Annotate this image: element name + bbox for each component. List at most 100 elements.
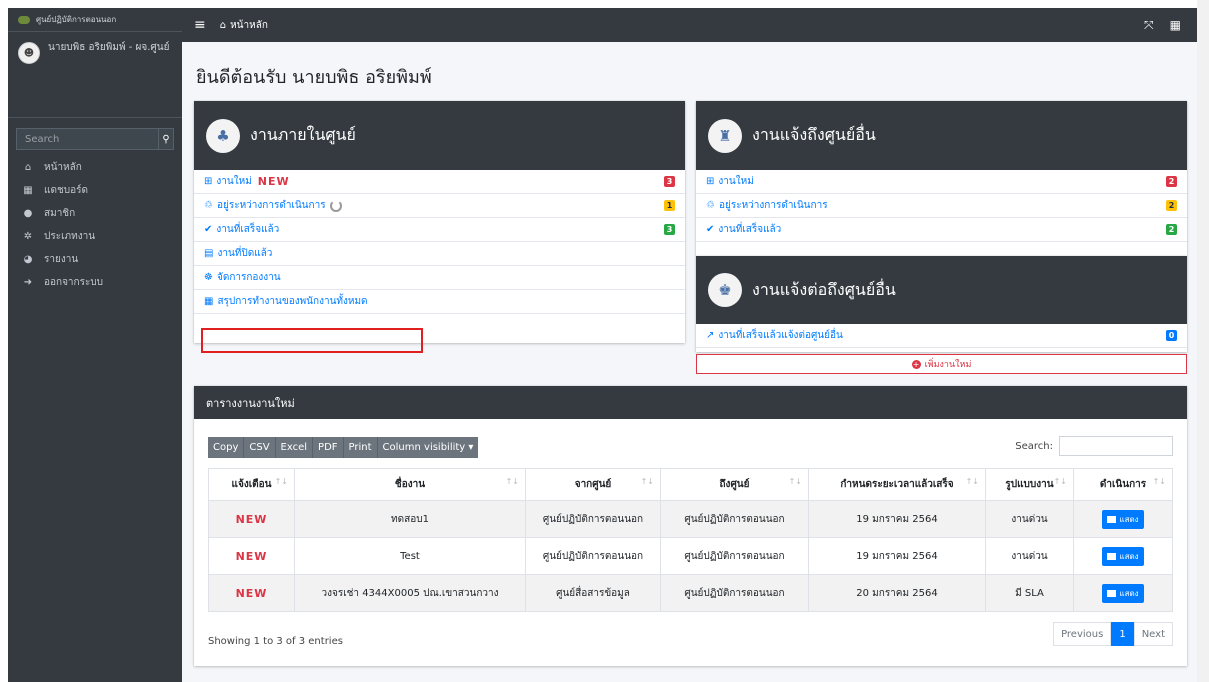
topbar-home-link[interactable]: หน้าหลัก bbox=[230, 18, 268, 33]
internal-done[interactable]: ✔ งานที่เสร็จแล้ว 3 bbox=[194, 218, 685, 242]
pdf-button[interactable]: PDF bbox=[313, 437, 344, 458]
search-icon[interactable]: ⚲ bbox=[159, 128, 174, 150]
show-button[interactable]: แสดง bbox=[1102, 583, 1144, 603]
excel-button[interactable]: Excel bbox=[276, 437, 314, 458]
sidebar-item-label: รายงาน bbox=[44, 254, 79, 265]
folder-icon bbox=[1107, 515, 1117, 523]
col-to[interactable]: ถึงศูนย์ ↑↓ bbox=[660, 468, 809, 501]
col-action[interactable]: ดำเนินการ ↑↓ bbox=[1073, 468, 1173, 501]
table-header-row: แจ้งเตือน ↑↓ ชื่องาน ↑↓ จากศูนย์ ↑↓ ถึงศูนย… bbox=[208, 468, 1173, 501]
action-cell: แสดง bbox=[1073, 574, 1173, 612]
job-name-cell: วงจรเช่า 4344X0005 ปณ.เขาสวนกวาง bbox=[294, 574, 526, 612]
forward-done-jobs-label: งานที่เสร็จแล้วแจ้งต่อศูนย์อื่น bbox=[718, 330, 843, 341]
count-badge: 3 bbox=[664, 224, 675, 235]
action-cell: แสดง bbox=[1073, 537, 1173, 575]
sidebar: ศูนย์ปฏิบัติการตอนนอก ☻ นายบพิธ อริยพิมพ… bbox=[8, 8, 182, 682]
meeting-icon: ♚ bbox=[708, 273, 742, 307]
internal-card-title: งานภายในศูนย์ bbox=[250, 125, 356, 144]
user-name[interactable]: นายบพิธ อริยพิมพ์ - ผจ.ศูนย์ bbox=[48, 42, 169, 54]
table-search: Search: bbox=[1015, 436, 1173, 456]
sidebar-item-label: หน้าหลัก bbox=[44, 162, 82, 173]
internal-card-header: ♣ งานภายในศูนย์ bbox=[194, 101, 685, 170]
sidebar-item-label: สมาชิก bbox=[44, 208, 76, 219]
print-button[interactable]: Print bbox=[344, 437, 378, 458]
col-from[interactable]: จากศูนย์ ↑↓ bbox=[525, 468, 661, 501]
col-alert[interactable]: แจ้งเตือน ↑↓ bbox=[208, 468, 295, 501]
menu-toggle-icon[interactable]: ≡ bbox=[194, 17, 206, 33]
internal-new-jobs[interactable]: ⊞ งานใหม่ NEW 3 bbox=[194, 170, 685, 194]
copy-button[interactable]: Copy bbox=[208, 437, 245, 458]
sidebar-item-label: ออกจากระบบ bbox=[44, 277, 104, 288]
sidebar-search-input[interactable] bbox=[16, 128, 159, 150]
chart-icon: ▦ bbox=[23, 185, 33, 196]
page-1-button[interactable]: 1 bbox=[1111, 622, 1134, 646]
notify-new-jobs-label: งานใหม่ bbox=[718, 176, 754, 187]
col-name[interactable]: ชื่องาน ↑↓ bbox=[294, 468, 526, 501]
sidebar-item-job-types[interactable]: ✲ ประเภทงาน bbox=[8, 225, 182, 248]
job-type-cell: งานด่วน bbox=[985, 500, 1074, 538]
table-search-label: Search: bbox=[1015, 440, 1053, 452]
alert-cell: NEW bbox=[208, 537, 295, 575]
alert-cell: NEW bbox=[208, 574, 295, 612]
internal-staff-summary-label: สรุปการทำงานของพนักงานทั้งหมด bbox=[217, 296, 368, 307]
forward-done-jobs[interactable]: ↗ งานที่เสร็จแล้วแจ้งต่อศูนย์อื่น 0 bbox=[696, 324, 1187, 348]
col-type[interactable]: รูปแบบงาน ↑↓ bbox=[985, 468, 1074, 501]
job-name-cell: Test bbox=[294, 537, 526, 575]
check-circle-icon: ✔ bbox=[204, 224, 213, 235]
pagination: Previous 1 Next bbox=[1053, 622, 1173, 646]
col-type-label: รูปแบบงาน bbox=[1005, 479, 1054, 490]
column-visibility-button[interactable]: Column visibility ▾ bbox=[378, 437, 479, 458]
internal-done-label: งานที่เสร็จแล้ว bbox=[216, 224, 280, 235]
alert-cell: NEW bbox=[208, 500, 295, 538]
brand-title: ศูนย์ปฏิบัติการตอนนอก bbox=[36, 15, 117, 24]
job-name-cell: ทดสอบ1 bbox=[294, 500, 526, 538]
add-new-job-label: เพิ่มงานใหม่ bbox=[924, 360, 972, 370]
add-new-job-button[interactable]: + เพิ่มงานใหม่ bbox=[696, 354, 1187, 374]
sidebar-item-report[interactable]: ◕ รายงาน bbox=[8, 248, 182, 271]
notify-new-jobs[interactable]: ⊞ งานใหม่ 2 bbox=[696, 170, 1187, 194]
show-button[interactable]: แสดง bbox=[1102, 546, 1144, 566]
brand[interactable]: ศูนย์ปฏิบัติการตอนนอก bbox=[8, 8, 182, 32]
plus-circle-icon: + bbox=[911, 359, 921, 369]
id-card-icon: ▤ bbox=[204, 248, 214, 259]
sort-icon: ↑↓ bbox=[1152, 477, 1166, 486]
new-jobs-table-card: ตารางงานงานใหม่ Copy CSV Excel PDF Print… bbox=[194, 386, 1187, 666]
page-title: ยินดีต้อนรับ นายบพิธ อริยพิมพ์ bbox=[196, 67, 432, 88]
sidebar-item-members[interactable]: ● สมาชิก bbox=[8, 202, 182, 225]
show-button[interactable]: แสดง bbox=[1102, 509, 1144, 529]
show-button-label: แสดง bbox=[1119, 551, 1139, 561]
internal-staff-summary[interactable]: ▦ สรุปการทำงานของพนักงานทั้งหมด bbox=[194, 290, 685, 314]
sort-icon: ↑↓ bbox=[788, 477, 802, 486]
internal-closed[interactable]: ▤ งานที่ปิดแล้ว bbox=[194, 242, 685, 266]
notify-done[interactable]: ✔ งานที่เสร็จแล้ว 2 bbox=[696, 218, 1187, 242]
notify-jobs-card: ♜ งานแจ้งถึงศูนย์อื่น ⊞ งานใหม่ 2 ♲ อยู่ระห… bbox=[696, 101, 1187, 256]
sidebar-item-dashboard[interactable]: ▦ แดชบอร์ด bbox=[8, 179, 182, 202]
notify-in-progress[interactable]: ♲ อยู่ระหว่างการดำเนินการ 2 bbox=[696, 194, 1187, 218]
previous-page-button[interactable]: Previous bbox=[1053, 622, 1112, 646]
sidebar-item-logout[interactable]: ➜ ออกจากระบบ bbox=[8, 271, 182, 294]
users-cog-icon: ☸ bbox=[204, 272, 213, 283]
chart-icon: ▦ bbox=[204, 296, 214, 307]
internal-manage-pool[interactable]: ☸ จัดการกองงาน bbox=[194, 266, 685, 290]
to-center-cell: ศูนย์ปฏิบัติการตอนนอก bbox=[660, 574, 809, 612]
sidebar-item-home[interactable]: ⌂ หน้าหลัก bbox=[8, 156, 182, 179]
brand-logo-icon bbox=[18, 15, 30, 24]
internal-in-progress-label: อยู่ระหว่างการดำเนินการ bbox=[216, 200, 326, 211]
col-due[interactable]: กำหนดระยะเวลาแล้วเสร็จ ↑↓ bbox=[808, 468, 986, 501]
page-scrollbar[interactable] bbox=[1197, 0, 1209, 682]
internal-in-progress[interactable]: ♲ อยู่ระหว่างการดำเนินการ 1 bbox=[194, 194, 685, 218]
grid-icon[interactable]: ▦ bbox=[1170, 18, 1181, 33]
action-cell: แสดง bbox=[1073, 500, 1173, 538]
col-action-label: ดำเนินการ bbox=[1099, 479, 1147, 490]
next-page-button[interactable]: Next bbox=[1133, 622, 1173, 646]
job-type-cell: งานด่วน bbox=[985, 537, 1074, 575]
sidebar-search: ⚲ bbox=[16, 128, 174, 150]
csv-button[interactable]: CSV bbox=[244, 437, 276, 458]
notify-card-title: งานแจ้งถึงศูนย์อื่น bbox=[752, 125, 876, 144]
from-center-cell: ศูนย์สื่อสารข้อมูล bbox=[525, 574, 661, 612]
notify-card-header: ♜ งานแจ้งถึงศูนย์อื่น bbox=[696, 101, 1187, 170]
from-center-cell: ศูนย์ปฏิบัติการตอนนอก bbox=[525, 500, 661, 538]
table-info: Showing 1 to 3 of 3 entries bbox=[208, 636, 343, 647]
table-search-input[interactable] bbox=[1059, 436, 1173, 456]
fullscreen-icon[interactable]: ⤧ bbox=[1144, 18, 1154, 33]
